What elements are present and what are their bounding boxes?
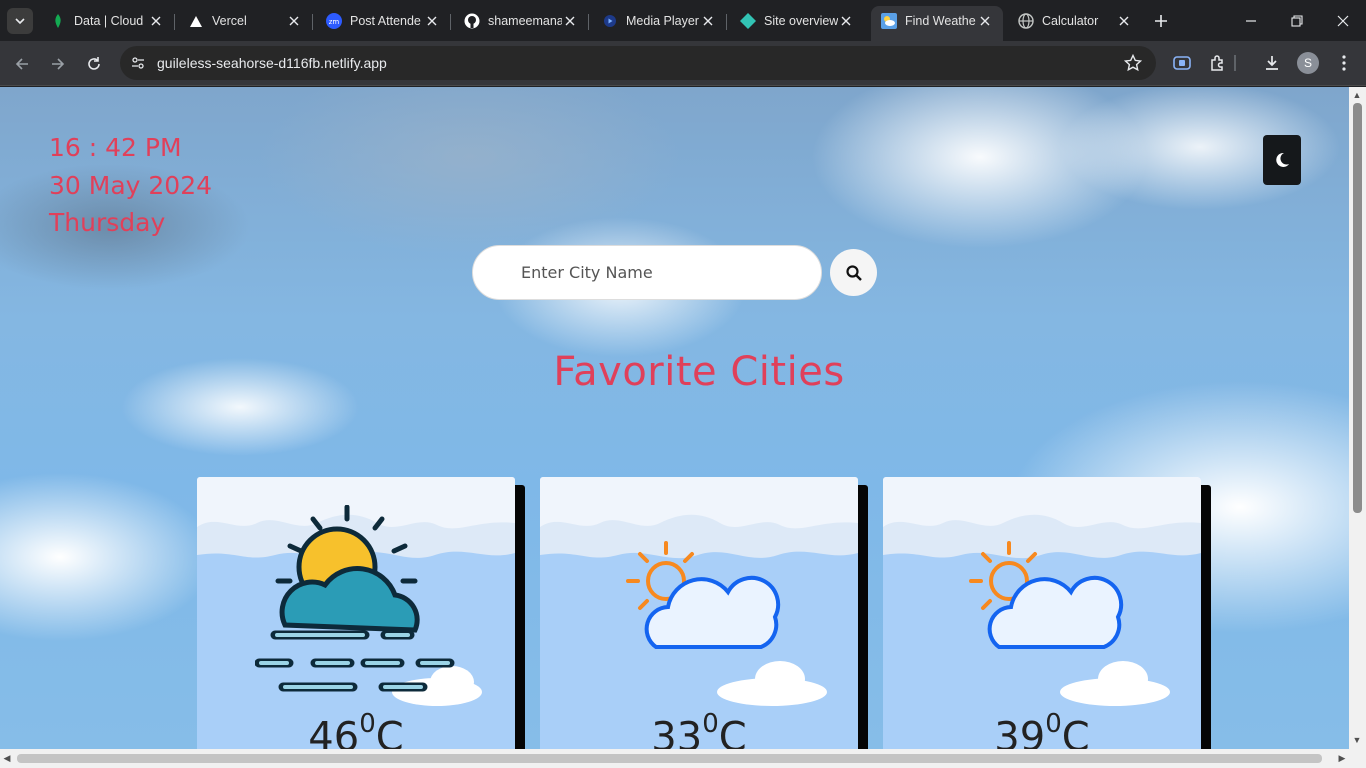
tab-post-attendee[interactable]: zm Post Attende	[316, 6, 451, 36]
media-play-icon	[602, 13, 618, 29]
browser-toolbar: guileless-seahorse-d116fb.netlify.app	[0, 41, 1366, 86]
close-icon[interactable]	[424, 13, 440, 29]
close-icon[interactable]	[1116, 13, 1132, 29]
tab-title: Site overview	[764, 14, 838, 28]
dark-mode-toggle[interactable]	[1263, 135, 1301, 185]
city-card[interactable]: 460C	[197, 477, 515, 749]
minimize-icon	[1246, 20, 1256, 22]
mongodb-leaf-icon	[50, 13, 66, 29]
search-button[interactable]	[830, 249, 877, 296]
netlify-icon	[740, 13, 756, 29]
scroll-left-arrow-icon[interactable]: ◀	[2, 753, 12, 763]
vercel-triangle-icon	[188, 13, 204, 29]
tab-title: Find Weathe	[905, 14, 976, 28]
arrow-right-icon	[52, 58, 65, 70]
city-card[interactable]: 390C	[883, 477, 1201, 749]
current-time: 16 : 42 PM	[49, 133, 182, 162]
tab-media-player[interactable]: Media Player	[592, 6, 727, 36]
partly-cloudy-icon	[626, 541, 781, 649]
weather-icon	[881, 13, 897, 29]
sun-cloud-fog-icon	[255, 505, 455, 692]
current-date: 30 May 2024	[49, 171, 213, 200]
tab-data-cloud[interactable]: Data | Cloud	[40, 6, 175, 36]
reload-icon	[88, 57, 100, 70]
close-icon[interactable]	[977, 13, 993, 29]
tab-search-button[interactable]	[7, 8, 33, 34]
tab-strip: Data | Cloud Vercel zm Post Attende sham…	[0, 0, 1366, 41]
current-day: Thursday	[49, 208, 166, 237]
reload-button[interactable]	[80, 50, 108, 78]
tab-title: Data | Cloud	[74, 14, 144, 28]
minimize-button[interactable]	[1238, 8, 1264, 34]
city-temperature: 330C	[651, 709, 747, 749]
url-text: guileless-seahorse-d116fb.netlify.app	[157, 55, 387, 71]
github-icon	[464, 13, 480, 29]
scroll-up-arrow-icon[interactable]: ▲	[1352, 90, 1362, 100]
partly-cloudy-icon	[969, 541, 1124, 649]
download-icon[interactable]	[1262, 53, 1282, 73]
profile-avatar[interactable]: S	[1297, 52, 1319, 74]
tab-github[interactable]: shameemana	[454, 6, 589, 36]
bookmark-star-icon[interactable]	[1124, 54, 1142, 72]
restore-button[interactable]	[1284, 8, 1310, 34]
arrow-left-icon	[15, 58, 28, 70]
vertical-scrollbar[interactable]: ▲ ▼	[1349, 87, 1366, 749]
new-tab-button[interactable]	[1150, 10, 1172, 32]
tab-calculator[interactable]: Calculator	[1008, 6, 1142, 36]
weather-page: 16 : 42 PM 30 May 2024 Thursday Favorite…	[0, 87, 1349, 749]
address-bar[interactable]: guileless-seahorse-d116fb.netlify.app	[120, 46, 1156, 80]
zoom-icon: zm	[326, 13, 342, 29]
close-icon[interactable]	[148, 13, 164, 29]
close-icon[interactable]	[700, 13, 716, 29]
restore-icon	[1291, 15, 1303, 27]
city-temperature: 460C	[308, 709, 404, 749]
scroll-right-arrow-icon[interactable]: ▶	[1337, 753, 1347, 763]
close-icon[interactable]	[838, 13, 854, 29]
tab-title: shameemana	[488, 14, 562, 28]
favorites-title: Favorite Cities	[553, 349, 845, 395]
tab-title: Vercel	[212, 14, 247, 28]
menu-kebab-icon[interactable]	[1334, 53, 1354, 73]
site-info-icon[interactable]	[128, 53, 148, 73]
toolbar-divider	[1234, 55, 1236, 71]
close-icon	[1337, 15, 1349, 27]
chevron-down-icon	[15, 18, 25, 25]
screencast-icon[interactable]	[1172, 53, 1192, 73]
close-icon[interactable]	[286, 13, 302, 29]
horizontal-scroll-thumb[interactable]	[17, 754, 1322, 763]
moon-icon	[1276, 152, 1289, 167]
tab-title: Calculator	[1042, 14, 1099, 28]
tab-find-weather[interactable]: Find Weathe	[871, 6, 1003, 41]
forward-button[interactable]	[44, 50, 72, 78]
tab-site-overview[interactable]: Site overview	[730, 6, 864, 36]
city-search-input[interactable]	[472, 245, 822, 300]
close-icon[interactable]	[562, 13, 578, 29]
extensions-icon[interactable]	[1208, 53, 1228, 73]
tab-title: Media Player	[626, 14, 699, 28]
vertical-scroll-thumb[interactable]	[1353, 103, 1362, 513]
scroll-down-arrow-icon[interactable]: ▼	[1352, 735, 1362, 745]
search-icon	[845, 264, 862, 281]
tab-title: Post Attende	[350, 14, 421, 28]
close-window-button[interactable]	[1330, 8, 1356, 34]
city-card[interactable]: 330C	[540, 477, 858, 749]
svg-text:zm: zm	[329, 18, 340, 26]
city-temperature: 390C	[994, 709, 1090, 749]
plus-icon	[1155, 15, 1167, 27]
back-button[interactable]	[8, 50, 36, 78]
horizontal-scrollbar[interactable]: ◀ ▶	[0, 749, 1366, 768]
tab-vercel[interactable]: Vercel	[178, 6, 313, 36]
globe-icon	[1018, 13, 1034, 29]
